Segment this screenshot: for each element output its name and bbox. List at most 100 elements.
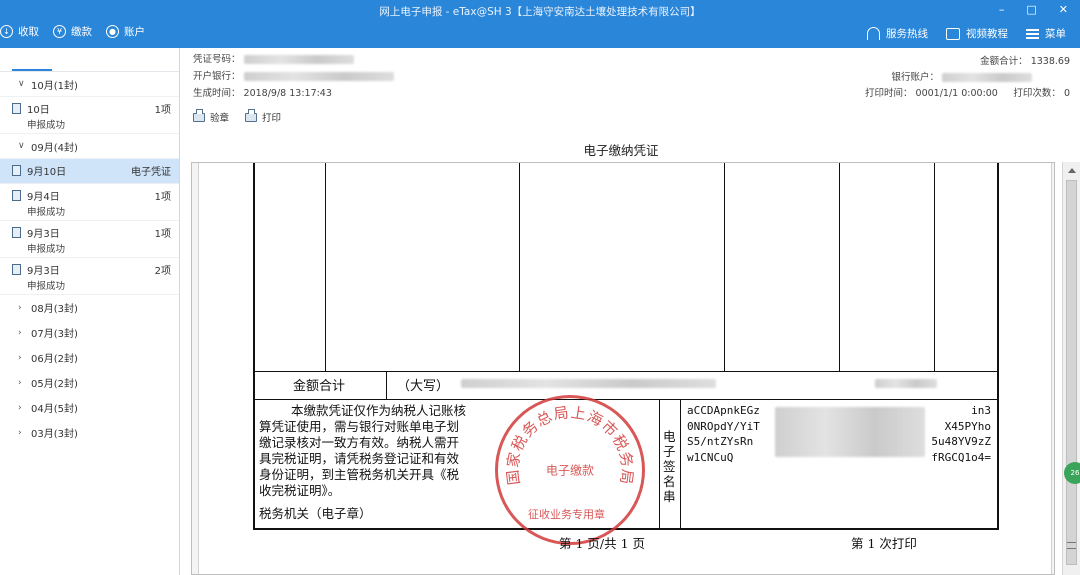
nav-account-label: 账户 [124, 26, 145, 38]
column-divider [934, 163, 935, 371]
nav-payment[interactable]: ¥ 缴款 [53, 24, 92, 39]
verify-seal-button[interactable]: 验章 [193, 108, 229, 124]
minimize-button[interactable]: – [999, 3, 1005, 16]
menu-label: 菜单 [1045, 28, 1066, 40]
redacted-amount-number [875, 379, 937, 388]
document-icon [12, 103, 21, 114]
redacted-value [942, 73, 1032, 82]
chevron-right-icon: › [18, 352, 22, 363]
signature-label: 电子签名串 [663, 429, 676, 504]
month-group-09[interactable]: ∨ 09月(4封) [0, 134, 179, 159]
table-border [997, 163, 999, 529]
print-time-value: 0001/1/1 0:00:00 [915, 88, 998, 99]
record-date: 9月3日 [27, 266, 60, 277]
month-group-04[interactable]: › 04月(5封) [0, 395, 179, 420]
chevron-down-icon: ∨ [18, 79, 25, 89]
record-status: 申报成功 [27, 281, 66, 292]
record-date: 9月4日 [27, 192, 60, 203]
page-info: 第 1 页/共 1 页 [559, 536, 646, 551]
column-divider [659, 399, 660, 529]
printer-icon [245, 108, 258, 122]
print-button[interactable]: 打印 [245, 108, 281, 124]
bank-label: 开户银行： [193, 71, 241, 82]
list-item[interactable]: 9月3日 1项 申报成功 [0, 221, 179, 258]
list-item[interactable]: 9月4日 1项 申报成功 [0, 184, 179, 221]
bank-account-label: 银行账户： [891, 72, 939, 83]
document-icon [12, 165, 21, 176]
tax-authority-label: 税务机关（电子章） [259, 506, 372, 521]
total-row-label: 金额合计 [293, 379, 346, 394]
record-date: 9月10日 [27, 167, 67, 178]
tax-stamp: 国家税务总局上海市税务局 电子缴款 征收业务专用章 [495, 395, 645, 545]
sidebar-year-tabs[interactable] [0, 48, 179, 72]
column-divider [519, 163, 520, 371]
row-divider [253, 371, 999, 372]
month-group-05[interactable]: › 05月(2封) [0, 370, 179, 395]
list-item-selected[interactable]: 9月10日 电子凭证 [0, 159, 179, 184]
table-border [253, 163, 255, 529]
signature-string-end: in3 X45PYho 5u48YV9zZ fRGCQ1o4= [931, 403, 991, 465]
month-group-06[interactable]: › 06月(2封) [0, 345, 179, 370]
scrollbar-thumb[interactable] [1066, 180, 1077, 565]
document-toolbar: 验章 打印 [193, 108, 281, 124]
menu-icon [1026, 28, 1039, 39]
generated-time-label: 生成时间： [193, 88, 241, 99]
column-divider [325, 163, 326, 371]
signature-line: in3 [971, 404, 991, 417]
signature-line: 0NROpdY/YiT [687, 419, 760, 433]
service-hotline-button[interactable]: 服务热线 [867, 26, 928, 41]
scroll-up-icon[interactable] [1068, 168, 1076, 173]
maximize-button[interactable]: □ [1026, 3, 1036, 16]
download-icon: ↓ [0, 25, 13, 38]
nav-receive[interactable]: ↓ 收取 [0, 24, 39, 39]
record-date: 10日 [27, 105, 50, 116]
month-label: 10月(1封) [31, 80, 78, 92]
month-label: 05月(2封) [31, 379, 78, 390]
chevron-right-icon: › [18, 402, 22, 413]
month-group-10[interactable]: ∨ 10月(1封) [0, 72, 179, 97]
video-icon [946, 27, 960, 40]
month-group-08[interactable]: › 08月(3封) [0, 295, 179, 320]
headset-icon [867, 27, 880, 40]
voucher-page: 金额合计 （大写） 本缴款凭证仅作为纳税人记账核 算凭证使用，需与银行对账单电子… [198, 163, 1052, 574]
list-item[interactable]: 9月3日 2项 申报成功 [0, 258, 179, 295]
utility-nav: 服务热线 视频教程 菜单 [867, 26, 1066, 41]
month-group-07[interactable]: › 07月(3封) [0, 320, 179, 345]
record-status: 申报成功 [27, 207, 66, 218]
seal-icon [193, 108, 205, 122]
floating-badge[interactable]: 26 [1064, 462, 1080, 484]
window-title: 网上电子申报 - eTax@SH 3【上海守安南达土壤处理技术有限公司】 [379, 6, 701, 18]
month-label: 09月(4封) [31, 142, 78, 154]
service-hotline-label: 服务热线 [886, 28, 928, 40]
document-icon [12, 227, 21, 238]
voucher-number-label: 凭证号码： [193, 54, 241, 65]
document-viewer[interactable]: 金额合计 （大写） 本缴款凭证仅作为纳税人记账核 算凭证使用，需与银行对账单电子… [191, 162, 1055, 575]
sidebar-resize-handle[interactable] [0, 378, 4, 400]
column-divider [839, 163, 840, 371]
month-group-03[interactable]: › 03月(3封) [0, 420, 179, 445]
column-divider [680, 399, 681, 529]
vertical-scrollbar[interactable] [1062, 162, 1080, 575]
signature-line: aCCDApnkEGz [687, 404, 760, 417]
close-button[interactable]: ✕ [1059, 3, 1068, 16]
print-count-line: 打印次数： 0 [1013, 85, 1070, 99]
active-tab-indicator [12, 69, 52, 71]
voucher-number-line: 凭证号码： [193, 51, 354, 65]
signature-line: fRGCQ1o4= [931, 450, 991, 464]
menu-button[interactable]: 菜单 [1026, 26, 1066, 41]
record-status: 申报成功 [27, 120, 66, 131]
nav-account[interactable]: ● 账户 [106, 24, 145, 39]
grip-icon[interactable] [1067, 542, 1076, 549]
signature-line: S5/ntZYsRn [687, 435, 754, 448]
list-item[interactable]: 10日 1项 申报成功 [0, 97, 179, 134]
print-time-line: 打印时间： 0001/1/1 0:00:00 [865, 85, 998, 99]
video-tutorial-button[interactable]: 视频教程 [946, 26, 1008, 41]
sidebar: ∨ 10月(1封) 10日 1项 申报成功 ∨ 09月(4封) 9月10日 电子… [0, 48, 180, 575]
record-count: 电子凭证 [131, 167, 171, 178]
redacted-signature [775, 407, 925, 457]
top-bar: 网上电子申报 - eTax@SH 3【上海守安南达土壤处理技术有限公司】 – □… [0, 0, 1080, 48]
print-count-value: 0 [1063, 88, 1070, 99]
column-divider [724, 163, 725, 371]
signature-string: aCCDApnkEGz 0NROpdY/YiT S5/ntZYsRn w1CNC… [687, 403, 760, 465]
chevron-right-icon: › [18, 302, 22, 313]
